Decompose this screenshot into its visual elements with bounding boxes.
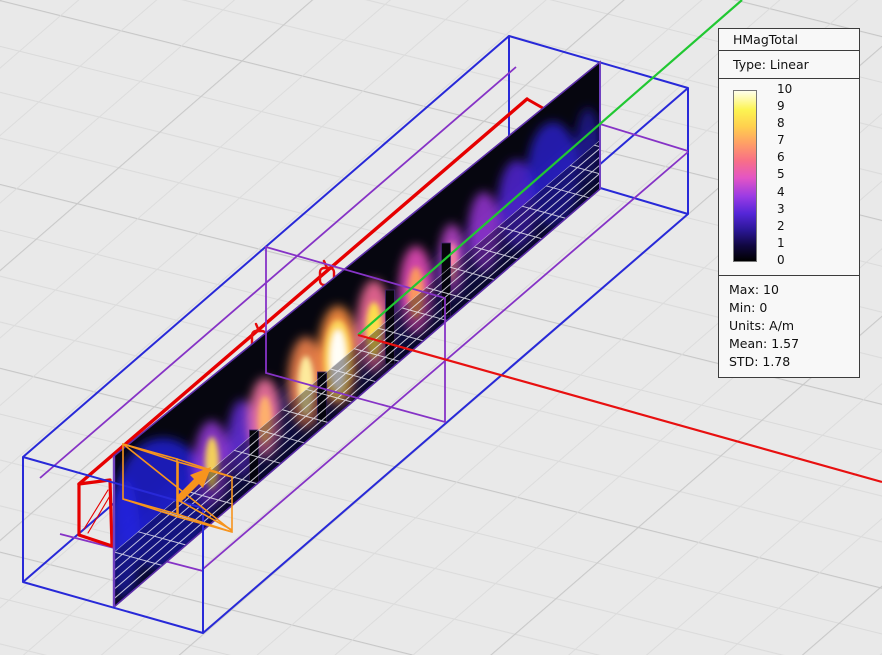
colorbar-tick: 3	[777, 203, 817, 216]
colorbar-ticks: 10 9 8 7 6 5 4 3 2 1 0	[777, 83, 817, 267]
stat-units: Units: A/m	[729, 317, 851, 335]
colorbar-tick: 10	[777, 83, 817, 96]
legend-title: HMagTotal	[719, 29, 859, 50]
colorbar-tick: 1	[777, 237, 817, 250]
colorbar-tick: 8	[777, 117, 817, 130]
colorbar-tick: 6	[777, 151, 817, 164]
legend-statistics: Max: 10 Min: 0 Units: A/m Mean: 1.57 STD…	[719, 275, 859, 377]
colorbar-tick: 9	[777, 100, 817, 113]
colorbar-tick: 4	[777, 186, 817, 199]
colorbar-tick: 7	[777, 134, 817, 147]
app-root: { "viewport": { "description": "3D EM fi…	[0, 0, 882, 655]
color-scale-legend[interactable]: HMagTotal Type: Linear 10 9 8 7 6 5 4 3 …	[718, 28, 860, 378]
colorbar-tick: 2	[777, 220, 817, 233]
colorbar-tick: 5	[777, 168, 817, 181]
stat-mean: Mean: 1.57	[729, 335, 851, 353]
stat-min: Min: 0	[729, 299, 851, 317]
legend-scale-type: Type: Linear	[719, 50, 859, 78]
colorbar-gradient	[733, 90, 757, 262]
stat-max: Max: 10	[729, 281, 851, 299]
legend-colorbar-section: 10 9 8 7 6 5 4 3 2 1 0	[719, 78, 859, 275]
stat-std: STD: 1.78	[729, 353, 851, 371]
colorbar-tick: 0	[777, 254, 817, 267]
